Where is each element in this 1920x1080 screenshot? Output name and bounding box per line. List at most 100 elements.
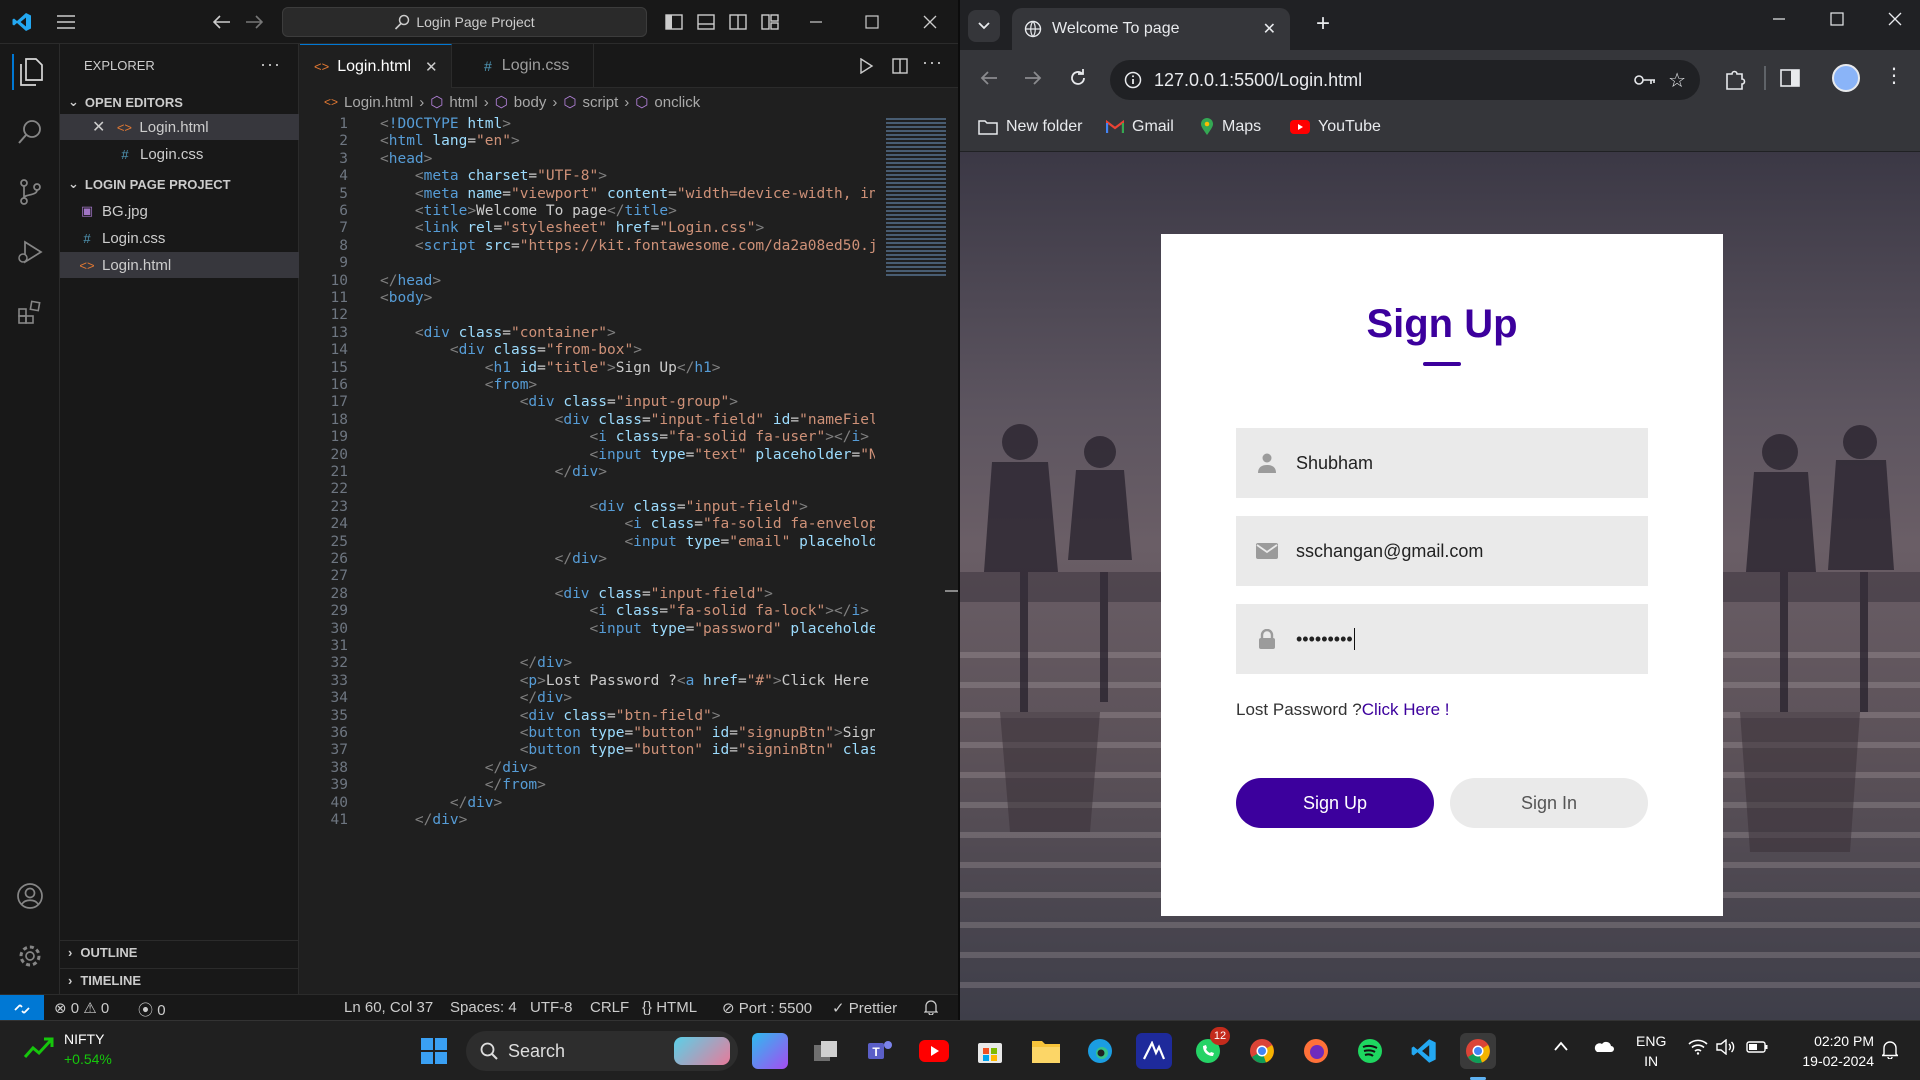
open-editors-section[interactable]: ⌄ OPEN EDITORS	[60, 90, 299, 114]
line-ending[interactable]: CRLF	[590, 999, 629, 1016]
address-bar[interactable]: 127.0.0.1:5500/Login.html ☆	[1110, 60, 1700, 100]
code-line[interactable]: <i class="fa-solid fa-user"></i>	[380, 429, 875, 445]
close-icon[interactable]	[1888, 12, 1902, 26]
signup-button[interactable]: Sign Up	[1236, 778, 1434, 828]
code-line[interactable]: <div class="container">	[380, 325, 875, 341]
file-item-login-html[interactable]: <> Login.html	[60, 252, 299, 278]
profile-avatar[interactable]	[1832, 64, 1860, 92]
code-line[interactable]: <div class="input-field">	[380, 586, 875, 602]
code-line[interactable]: </div>	[380, 812, 875, 828]
code-line[interactable]: <!DOCTYPE html>	[380, 116, 875, 132]
browser-tab[interactable]: Welcome To page ✕	[1012, 8, 1290, 50]
problems-indicator[interactable]: ⊗ 0 ⚠ 0	[54, 999, 109, 1017]
code-line[interactable]: <i class="fa-solid fa-lock"></i>	[380, 603, 875, 619]
toggle-panel-icon[interactable]	[694, 10, 718, 34]
code-line[interactable]: <input type="text" placeholder="N	[380, 447, 875, 463]
indentation[interactable]: Spaces: 4	[450, 999, 517, 1016]
close-tab-icon[interactable]: ✕	[1263, 19, 1276, 39]
code-line[interactable]: </div>	[380, 655, 875, 671]
math-app-icon[interactable]	[1136, 1033, 1172, 1069]
forward-arrow-icon[interactable]	[1024, 70, 1042, 86]
code-line[interactable]: <p>Lost Password ?<a href="#">Click Here	[380, 673, 875, 689]
bookmark-star-icon[interactable]: ☆	[1668, 68, 1686, 93]
code-editor[interactable]: 1 <!DOCTYPE html> 2 <html lang="en"> 3 <head>…	[300, 114, 875, 994]
tab-login-html[interactable]: <> Login.html ✕	[300, 44, 452, 88]
clock[interactable]: 02:20 PM 19-02-2024	[1784, 1031, 1874, 1071]
ports-indicator[interactable]: ⦿ 0	[138, 999, 166, 1020]
code-line[interactable]: </div>	[380, 690, 875, 706]
code-line[interactable]: </div>	[380, 760, 875, 776]
bookmark-youtube[interactable]: YouTube	[1290, 118, 1381, 136]
menu-icon[interactable]	[54, 10, 78, 34]
code-line[interactable]: <title>Welcome To page</title>	[380, 203, 875, 219]
cursor-position[interactable]: Ln 60, Col 37	[344, 999, 433, 1016]
back-arrow-icon[interactable]	[210, 10, 234, 34]
windows-start-icon[interactable]	[416, 1033, 452, 1069]
side-panel-icon[interactable]	[1780, 68, 1800, 88]
back-arrow-icon[interactable]	[980, 70, 998, 86]
toggle-primary-sidebar-icon[interactable]	[662, 10, 686, 34]
maximize-icon[interactable]	[860, 10, 884, 34]
taskbar-search-box[interactable]: Search	[466, 1031, 738, 1071]
open-editor-item-login-css[interactable]: # Login.css	[60, 141, 299, 167]
wifi-icon[interactable]	[1688, 1039, 1708, 1055]
code-line[interactable]: </head>	[380, 273, 875, 289]
code-line[interactable]: </div>	[380, 464, 875, 480]
key-icon[interactable]	[1634, 73, 1656, 87]
code-line[interactable]: <div class="input-field">	[380, 499, 875, 515]
language-indicator[interactable]: ENG IN	[1636, 1031, 1666, 1071]
code-line[interactable]: <meta charset="UTF-8">	[380, 168, 875, 184]
click-here-link[interactable]: Click Here !	[1362, 700, 1450, 719]
minimize-icon[interactable]	[1772, 12, 1786, 26]
explorer-icon[interactable]	[12, 54, 48, 90]
signin-button[interactable]: Sign In	[1450, 778, 1648, 828]
forward-arrow-icon[interactable]	[242, 10, 266, 34]
breadcrumb-item[interactable]: Login.html	[344, 94, 413, 111]
spotify-icon[interactable]	[1352, 1033, 1388, 1069]
firefox-icon[interactable]	[1298, 1033, 1334, 1069]
timeline-section[interactable]: › TIMELINE	[60, 968, 299, 992]
copilot-icon[interactable]	[752, 1033, 788, 1069]
site-info-icon[interactable]	[1124, 71, 1142, 89]
run-file-icon[interactable]	[858, 58, 874, 74]
source-control-icon[interactable]	[12, 174, 48, 210]
reload-icon[interactable]	[1068, 68, 1088, 88]
task-view-icon[interactable]	[808, 1033, 844, 1069]
whatsapp-icon[interactable]: 12	[1190, 1027, 1230, 1069]
code-line[interactable]: <link rel="stylesheet" href="Login.css">	[380, 220, 875, 236]
outline-section[interactable]: › OUTLINE	[60, 940, 299, 964]
code-line[interactable]: <i class="fa-solid fa-envelop	[380, 516, 875, 532]
vscode-app-icon[interactable]	[1406, 1033, 1442, 1069]
more-actions-icon[interactable]: ···	[922, 52, 943, 73]
close-icon[interactable]	[918, 10, 942, 34]
volume-icon[interactable]	[1716, 1039, 1736, 1055]
extensions-icon[interactable]	[12, 294, 48, 330]
chrome-menu-icon[interactable]: ⋮	[1884, 66, 1904, 86]
code-line[interactable]: <input type="email" placehold	[380, 534, 875, 550]
close-tab-icon[interactable]: ✕	[425, 58, 438, 76]
show-hidden-icons-chevron-icon[interactable]	[1554, 1041, 1568, 1051]
more-actions-icon[interactable]: ···	[260, 54, 281, 75]
code-line[interactable]: <input type="password" placeholde	[380, 621, 875, 637]
ticker-name[interactable]: NIFTY	[64, 1031, 104, 1047]
onedrive-cloud-icon[interactable]	[1592, 1039, 1614, 1053]
run-debug-icon[interactable]	[12, 234, 48, 270]
chrome-app-icon[interactable]	[1244, 1033, 1280, 1069]
command-center-search[interactable]: Login Page Project	[282, 7, 647, 37]
code-line[interactable]: <div class="from-box">	[380, 342, 875, 358]
store-icon[interactable]	[972, 1033, 1008, 1069]
file-item-login-css[interactable]: # Login.css	[60, 225, 299, 251]
code-line[interactable]: </div>	[380, 795, 875, 811]
prettier-status[interactable]: ✓ Prettier	[832, 999, 897, 1017]
project-section[interactable]: ⌄ LOGIN PAGE PROJECT	[60, 172, 299, 196]
edge-icon[interactable]	[1082, 1033, 1118, 1069]
file-explorer-icon[interactable]	[1028, 1033, 1064, 1069]
breadcrumb-item[interactable]: html	[449, 94, 477, 111]
code-line[interactable]: <h1 id="title">Sign Up</h1>	[380, 360, 875, 376]
toggle-secondary-sidebar-icon[interactable]	[726, 10, 750, 34]
code-line[interactable]: <div class="btn-field">	[380, 708, 875, 724]
name-field[interactable]: Shubham	[1236, 428, 1648, 498]
open-editor-item-login-html[interactable]: ✕ <> Login.html	[60, 114, 299, 140]
search-icon[interactable]	[12, 114, 48, 150]
notifications-bell-icon[interactable]	[924, 999, 938, 1015]
